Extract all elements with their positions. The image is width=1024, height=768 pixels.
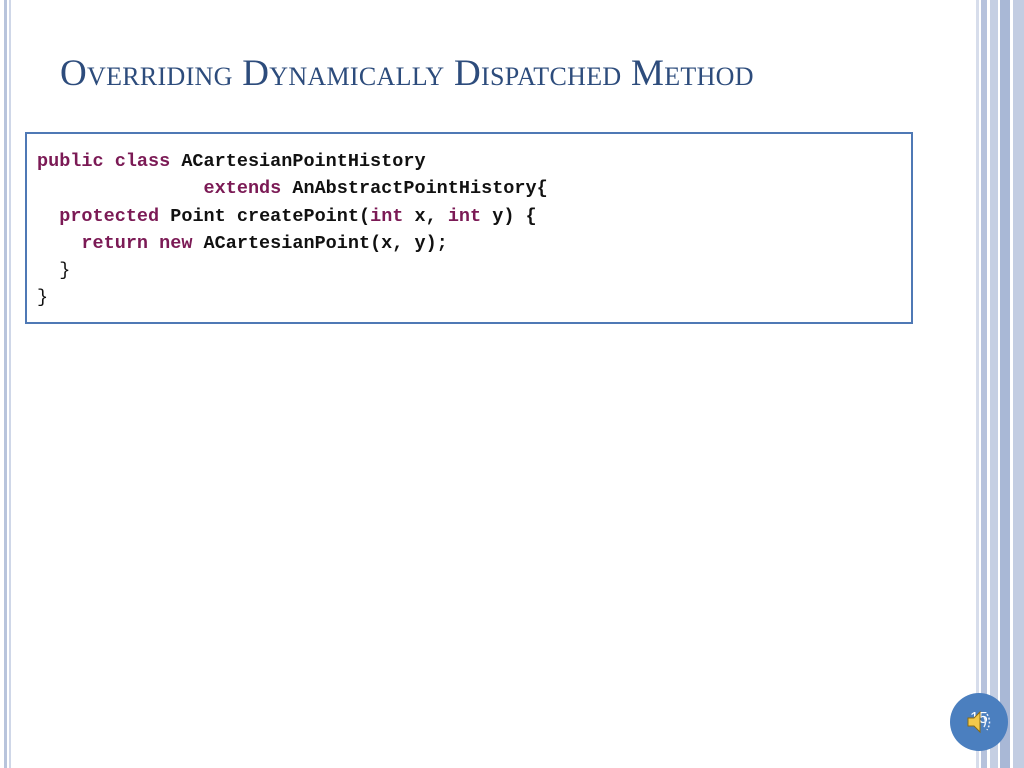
code-keyword: int <box>447 205 482 227</box>
code-text: y) { <box>481 205 537 227</box>
code-keyword: public class <box>37 151 182 172</box>
code-line: public class ACartesianPointHistory <box>37 148 548 175</box>
code-line: } <box>37 284 548 311</box>
code-text: Point createPoint( <box>170 205 371 227</box>
left-decorative-border <box>0 0 13 768</box>
code-keyword: extends <box>203 178 293 200</box>
right-stripe <box>1013 0 1024 768</box>
right-stripe <box>990 0 998 768</box>
code-text: AnAbstractPointHistory{ <box>292 178 548 200</box>
code-text: x, <box>403 205 448 227</box>
speaker-icon[interactable] <box>964 708 994 736</box>
code-text: ACartesianPointHistory <box>181 151 426 172</box>
code-listing: public class ACartesianPointHistory exte… <box>37 148 548 312</box>
code-block: public class ACartesianPointHistory exte… <box>25 132 913 324</box>
code-line: extends AnAbstractPointHistory{ <box>37 175 548 202</box>
right-decorative-stripes <box>976 0 1024 768</box>
code-keyword: return new <box>81 232 204 254</box>
code-keyword: protected <box>59 205 171 227</box>
slide-number-badge[interactable]: 15 <box>950 693 1008 751</box>
code-text: } <box>37 287 49 309</box>
code-line: protected Point createPoint(int x, int y… <box>37 203 548 230</box>
left-border-line <box>4 0 7 768</box>
right-stripe <box>976 0 979 768</box>
code-line: } <box>37 257 548 284</box>
code-line: return new ACartesianPoint(x, y); <box>37 230 548 257</box>
code-text: ACartesianPoint(x, y); <box>203 232 448 254</box>
slide-title: Overriding Dynamically Dispatched Method <box>60 53 754 94</box>
left-border-line <box>9 0 11 768</box>
code-text: } <box>37 260 71 282</box>
right-stripe <box>1000 0 1010 768</box>
right-stripe <box>981 0 987 768</box>
code-keyword: int <box>370 205 404 227</box>
